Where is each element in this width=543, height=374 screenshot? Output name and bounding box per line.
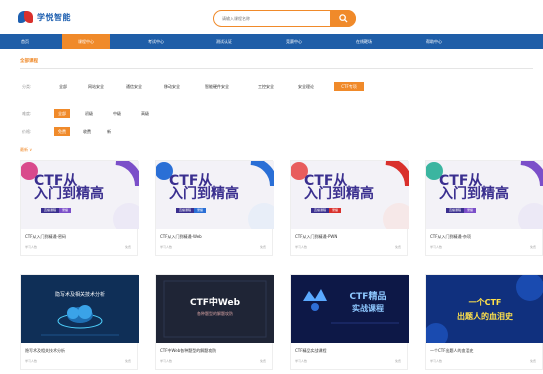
category-chip-mobile[interactable]: 移动安全	[160, 82, 184, 91]
thumbnail-tags: 直播课程 录播	[176, 208, 207, 213]
level-chip-advanced[interactable]: 高级	[138, 109, 152, 118]
nav-certification[interactable]: 测试认证	[204, 34, 244, 49]
thumbnail-tags: 直播课程 录播	[311, 208, 342, 213]
course-card[interactable]: CTF从 入门到精高 直播课程 录播 CTF从入门到精通-杂项 学习人数 免费	[425, 160, 543, 256]
course-thumbnail: CTF从 入门到精高 直播课程 录播	[156, 161, 274, 229]
search-box	[213, 9, 356, 27]
course-meta: 学习人数	[160, 245, 173, 249]
thumbnail-title: CTF中Web	[189, 298, 241, 308]
thumbnail-title: CTF从 入门到精高	[169, 173, 239, 202]
thumbnail-title: CTF从 入门到精高	[304, 173, 374, 202]
nav-home[interactable]: 首页	[14, 34, 36, 49]
level-filter-label: 难度:	[22, 111, 32, 116]
category-chip-ctf[interactable]: CTF专项	[334, 82, 364, 91]
category-chip-web[interactable]: 网站安全	[84, 82, 108, 91]
course-title[interactable]: CTF精品实战课程	[295, 348, 327, 354]
nav-competitions[interactable]: 竞赛中心	[274, 34, 314, 49]
search-button[interactable]	[330, 9, 356, 27]
price-chip-free[interactable]: 免费	[54, 127, 70, 136]
nav-help[interactable]: 帮助中心	[414, 34, 454, 49]
divider	[20, 68, 533, 69]
thumbnail-title: 隐写术及相关技术分析	[54, 292, 105, 298]
course-title[interactable]: CTF从入门到精通-杂项	[430, 234, 471, 240]
course-price: 免费	[124, 245, 131, 249]
search-icon	[339, 13, 348, 23]
thumbnail-subtitle: 实战课程	[352, 304, 384, 313]
nav-courses[interactable]: 课程中心	[62, 34, 110, 49]
course-card[interactable]: CTF中Web 各种题型的解题攻防 CTF中Web各种题型的解题攻防 学习人数 …	[155, 274, 274, 370]
price-chip-paid[interactable]: 收费	[82, 127, 92, 136]
course-price: 免费	[259, 245, 266, 249]
top-bar: 学悦智能	[0, 0, 543, 34]
section-title: 全部课程	[20, 59, 38, 64]
price-filter-label: 价格:	[22, 129, 32, 134]
course-price: 免费	[259, 359, 266, 363]
course-price: 免费	[124, 359, 131, 363]
thumbnail-title: CTF从 入门到精高	[34, 173, 104, 202]
thumbnail-subtitle: 各种题型的解题攻防	[197, 311, 233, 316]
course-thumbnail: 隐写术及相关技术分析	[21, 275, 139, 343]
nav-range[interactable]: 在线靶场	[344, 34, 384, 49]
course-meta: 学习人数	[25, 359, 38, 363]
course-thumbnail: CTF从 入门到精高 直播课程 录播	[291, 161, 409, 229]
course-title[interactable]: CTF从入门到精通-密码	[25, 234, 66, 240]
course-title[interactable]: CTF从入门到精通-PWN	[295, 234, 337, 240]
category-chip-ics[interactable]: 工控安全	[254, 82, 278, 91]
course-meta: 学习人数	[430, 359, 443, 363]
course-title[interactable]: CTF从入门到精通-Web	[160, 234, 202, 240]
course-card[interactable]: 一个CTF 出题人的血泪史 一个CTF出题人的血泪史 学习人数 免费	[425, 274, 543, 370]
thumbnail-tags: 直播课程 录播	[446, 208, 477, 213]
course-price: 免费	[394, 245, 401, 249]
course-meta: 学习人数	[25, 245, 38, 249]
course-title[interactable]: 隐写术及相关技术分析	[25, 348, 65, 354]
thumbnail-title: CTF精品	[349, 292, 387, 302]
course-title[interactable]: 一个CTF出题人的血泪史	[430, 348, 474, 354]
logo-text: 学悦智能	[37, 12, 71, 22]
course-meta: 学习人数	[430, 245, 443, 249]
course-title[interactable]: CTF中Web各种题型的解题攻防	[160, 348, 216, 354]
nav-exams[interactable]: 考试中心	[136, 34, 176, 49]
category-chip-comm[interactable]: 通信安全	[122, 82, 146, 91]
course-card[interactable]: CTF精品 实战课程 CTF精品实战课程 学习人数 免费	[290, 274, 409, 370]
course-card[interactable]: CTF从 入门到精高 直播课程 录播 CTF从入门到精通-密码 学习人数 免费	[20, 160, 139, 256]
search-input[interactable]	[222, 14, 322, 23]
course-price: 免费	[529, 359, 536, 363]
course-thumbnail: CTF从 入门到精高 直播课程 录播	[426, 161, 543, 229]
thumbnail-tags: 直播课程 录播	[41, 208, 72, 213]
course-thumbnail: 一个CTF 出题人的血泪史	[426, 275, 543, 343]
sort-toggle[interactable]: 最新 ∨	[20, 147, 32, 153]
course-card[interactable]: 隐写术及相关技术分析 隐写术及相关技术分析 学习人数 免费	[20, 274, 139, 370]
level-chip-beginner[interactable]: 初级	[82, 109, 96, 118]
price-chip-new[interactable]: 新	[104, 127, 114, 136]
course-card[interactable]: CTF从 入门到精高 直播课程 录播 CTF从入门到精通-Web 学习人数 免费	[155, 160, 274, 256]
thumbnail-title: 一个CTF	[468, 298, 502, 307]
level-chip-intermediate[interactable]: 中级	[110, 109, 124, 118]
course-price: 免费	[394, 359, 401, 363]
course-thumbnail: CTF中Web 各种题型的解题攻防	[156, 275, 274, 343]
category-chip-all[interactable]: 全部	[56, 82, 70, 91]
course-thumbnail: CTF从 入门到精高 直播课程 录播	[21, 161, 139, 229]
course-meta: 学习人数	[160, 359, 173, 363]
course-meta: 学习人数	[295, 359, 308, 363]
logo-icon	[18, 9, 34, 25]
course-card[interactable]: CTF从 入门到精高 直播课程 录播 CTF从入门到精通-PWN 学习人数 免费	[290, 160, 409, 256]
category-chip-theory[interactable]: 安全理论	[294, 82, 318, 91]
course-price: 免费	[529, 245, 536, 249]
main-nav: 首页 课程中心 考试中心 测试认证 竞赛中心 在线靶场 帮助中心	[0, 34, 543, 49]
thumbnail-title: CTF从 入门到精高	[439, 173, 509, 202]
logo[interactable]: 学悦智能	[18, 9, 71, 25]
level-chip-all[interactable]: 全部	[54, 109, 70, 118]
course-thumbnail: CTF精品 实战课程	[291, 275, 409, 343]
category-chip-hardware[interactable]: 智能硬件安全	[198, 82, 236, 91]
course-meta: 学习人数	[295, 245, 308, 249]
thumbnail-subtitle: 出题人的血泪史	[457, 312, 513, 321]
category-filter-label: 分类:	[22, 84, 32, 89]
